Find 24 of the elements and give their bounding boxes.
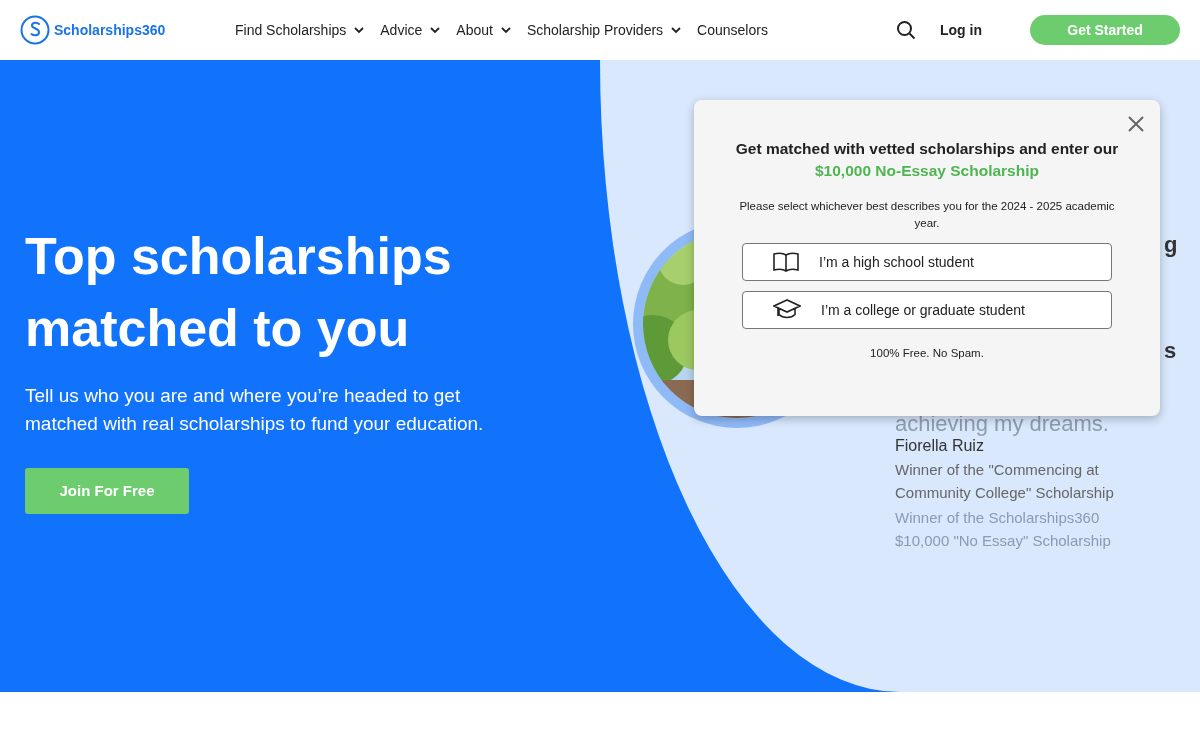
close-icon[interactable] <box>1128 116 1144 132</box>
modal-title: Get matched with vetted scholarships and enter our $10,000 No-Essay Scholarship <box>734 139 1120 181</box>
quote-fragment: g <box>1164 232 1178 258</box>
nav-link[interactable]: Advice <box>380 19 441 41</box>
login-link[interactable]: Log in <box>940 19 982 41</box>
search-icon[interactable] <box>896 20 916 40</box>
student-type-option[interactable]: I’m a high school student <box>742 243 1112 281</box>
nav-link[interactable]: About <box>456 19 511 41</box>
hero-title: Top scholarships matched to you <box>25 226 453 359</box>
testimonial-name: Fiorella Ruiz <box>895 436 984 456</box>
testimonial-award: Winner of the "Commencing at Community College" Scholarship <box>895 460 1115 503</box>
nav-link[interactable]: Scholarship Providers <box>526 19 682 41</box>
testimonial-quote: achieving my dreams. <box>895 412 1109 436</box>
logo-text[interactable]: Scholarships360 <box>54 19 166 41</box>
nav-link[interactable]: Counselors <box>697 19 768 41</box>
book-icon <box>773 251 799 273</box>
logo-icon <box>20 15 50 45</box>
modal-note: 100% Free. No Spam. <box>869 346 985 361</box>
modal-prompt: Please select whichever best describes you for the 2024 - 2025 academic year. <box>738 199 1116 231</box>
student-type-option[interactable]: I’m a college or graduate student <box>742 291 1112 329</box>
hero-subtitle: Tell us who you are and where you’re headed to get matched with real scholarships to fund your education. <box>25 384 485 436</box>
quote-fragment: s <box>1164 338 1177 364</box>
nav-link[interactable]: Find Scholarships <box>235 19 365 41</box>
testimonial-award: Winner of the Scholarships360 $10,000 "No Essay" Scholarship <box>895 508 1112 551</box>
